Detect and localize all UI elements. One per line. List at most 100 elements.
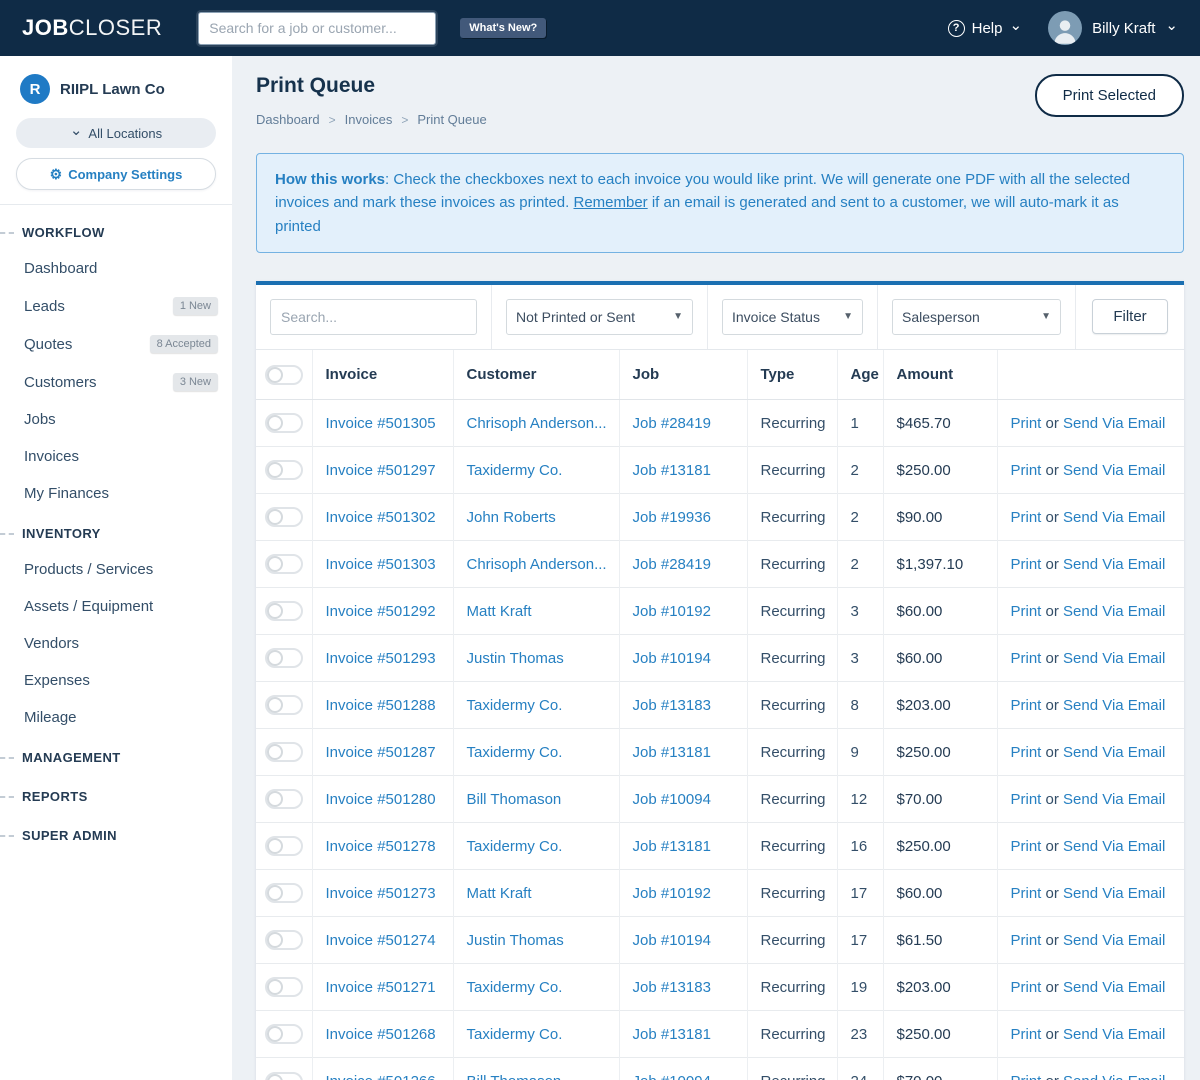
print-link[interactable]: Print: [1011, 744, 1042, 761]
sidebar-item-products-services[interactable]: Products / Services: [0, 551, 232, 588]
invoice-link[interactable]: Invoice #501305: [326, 415, 436, 432]
customer-link[interactable]: Bill Thomason: [467, 1073, 562, 1080]
row-select-toggle[interactable]: [265, 977, 303, 998]
send-email-link[interactable]: Send Via Email: [1063, 1026, 1165, 1043]
sidebar-item-jobs[interactable]: Jobs: [0, 401, 232, 438]
nav-section-header[interactable]: REPORTS: [0, 779, 232, 814]
table-search-input[interactable]: [270, 298, 477, 335]
select-all-toggle[interactable]: [265, 364, 303, 385]
invoice-link[interactable]: Invoice #501278: [326, 838, 436, 855]
whats-new-button[interactable]: What's New?: [460, 18, 547, 38]
company-settings-button[interactable]: ⚙ Company Settings: [16, 158, 216, 190]
print-selected-button[interactable]: Print Selected: [1034, 74, 1184, 117]
print-link[interactable]: Print: [1011, 462, 1042, 479]
company-header[interactable]: R RIIPL Lawn Co: [16, 72, 216, 118]
send-email-link[interactable]: Send Via Email: [1063, 556, 1165, 573]
invoice-link[interactable]: Invoice #501273: [326, 885, 436, 902]
print-link[interactable]: Print: [1011, 650, 1042, 667]
job-link[interactable]: Job #10194: [633, 932, 711, 949]
print-link[interactable]: Print: [1011, 415, 1042, 432]
printed-filter-select[interactable]: Not Printed or Sent ▼: [506, 298, 693, 335]
job-link[interactable]: Job #10192: [633, 603, 711, 620]
customer-link[interactable]: Taxidermy Co.: [467, 1026, 563, 1043]
send-email-link[interactable]: Send Via Email: [1063, 697, 1165, 714]
invoice-link[interactable]: Invoice #501292: [326, 603, 436, 620]
filter-button[interactable]: Filter: [1092, 299, 1168, 335]
row-select-toggle[interactable]: [265, 601, 303, 622]
customer-link[interactable]: Justin Thomas: [467, 932, 564, 949]
send-email-link[interactable]: Send Via Email: [1063, 603, 1165, 620]
nav-section-header[interactable]: WORKFLOW: [0, 215, 232, 250]
customer-link[interactable]: Chrisoph Anderson...: [467, 415, 607, 432]
send-email-link[interactable]: Send Via Email: [1063, 979, 1165, 996]
nav-section-header[interactable]: INVENTORY: [0, 516, 232, 551]
nav-section-header[interactable]: MANAGEMENT: [0, 740, 232, 775]
print-link[interactable]: Print: [1011, 697, 1042, 714]
invoice-link[interactable]: Invoice #501271: [326, 979, 436, 996]
send-email-link[interactable]: Send Via Email: [1063, 462, 1165, 479]
invoice-link[interactable]: Invoice #501268: [326, 1026, 436, 1043]
send-email-link[interactable]: Send Via Email: [1063, 415, 1165, 432]
row-select-toggle[interactable]: [265, 648, 303, 669]
breadcrumb-invoices[interactable]: Invoices: [345, 112, 393, 127]
sidebar-item-leads[interactable]: Leads 1 New: [0, 287, 232, 325]
customer-link[interactable]: Matt Kraft: [467, 885, 532, 902]
sidebar-item-invoices[interactable]: Invoices: [0, 438, 232, 475]
job-link[interactable]: Job #10094: [633, 1073, 711, 1080]
print-link[interactable]: Print: [1011, 979, 1042, 996]
invoice-link[interactable]: Invoice #501266: [326, 1073, 436, 1080]
row-select-toggle[interactable]: [265, 742, 303, 763]
invoice-link[interactable]: Invoice #501303: [326, 556, 436, 573]
global-search-input[interactable]: [198, 11, 437, 45]
row-select-toggle[interactable]: [265, 554, 303, 575]
print-link[interactable]: Print: [1011, 1026, 1042, 1043]
row-select-toggle[interactable]: [265, 413, 303, 434]
send-email-link[interactable]: Send Via Email: [1063, 509, 1165, 526]
app-logo[interactable]: JOBCLOSER: [22, 15, 162, 41]
send-email-link[interactable]: Send Via Email: [1063, 885, 1165, 902]
invoice-link[interactable]: Invoice #501280: [326, 791, 436, 808]
user-menu[interactable]: Billy Kraft ⌄: [1048, 11, 1178, 45]
job-link[interactable]: Job #10192: [633, 885, 711, 902]
row-select-toggle[interactable]: [265, 507, 303, 528]
sidebar-item-assets-equipment[interactable]: Assets / Equipment: [0, 588, 232, 625]
row-select-toggle[interactable]: [265, 695, 303, 716]
customer-link[interactable]: Justin Thomas: [467, 650, 564, 667]
print-link[interactable]: Print: [1011, 838, 1042, 855]
job-link[interactable]: Job #19936: [633, 509, 711, 526]
customer-link[interactable]: Bill Thomason: [467, 791, 562, 808]
send-email-link[interactable]: Send Via Email: [1063, 1073, 1165, 1080]
invoice-link[interactable]: Invoice #501297: [326, 462, 436, 479]
sidebar-item-dashboard[interactable]: Dashboard: [0, 250, 232, 287]
print-link[interactable]: Print: [1011, 791, 1042, 808]
job-link[interactable]: Job #13181: [633, 1026, 711, 1043]
print-link[interactable]: Print: [1011, 885, 1042, 902]
invoice-link[interactable]: Invoice #501287: [326, 744, 436, 761]
customer-link[interactable]: Taxidermy Co.: [467, 697, 563, 714]
invoice-link[interactable]: Invoice #501274: [326, 932, 436, 949]
row-select-toggle[interactable]: [265, 930, 303, 951]
job-link[interactable]: Job #10094: [633, 791, 711, 808]
print-link[interactable]: Print: [1011, 932, 1042, 949]
invoice-link[interactable]: Invoice #501302: [326, 509, 436, 526]
job-link[interactable]: Job #28419: [633, 556, 711, 573]
help-menu[interactable]: ? Help ⌄: [947, 18, 1022, 37]
send-email-link[interactable]: Send Via Email: [1063, 744, 1165, 761]
send-email-link[interactable]: Send Via Email: [1063, 791, 1165, 808]
job-link[interactable]: Job #28419: [633, 415, 711, 432]
location-selector[interactable]: ⌄ All Locations: [16, 118, 216, 148]
job-link[interactable]: Job #13181: [633, 744, 711, 761]
invoice-link[interactable]: Invoice #501293: [326, 650, 436, 667]
invoice-status-select[interactable]: Invoice Status ▼: [722, 298, 863, 335]
customer-link[interactable]: Taxidermy Co.: [467, 838, 563, 855]
job-link[interactable]: Job #13183: [633, 979, 711, 996]
customer-link[interactable]: Chrisoph Anderson...: [467, 556, 607, 573]
job-link[interactable]: Job #10194: [633, 650, 711, 667]
send-email-link[interactable]: Send Via Email: [1063, 650, 1165, 667]
customer-link[interactable]: Matt Kraft: [467, 603, 532, 620]
sidebar-item-vendors[interactable]: Vendors: [0, 625, 232, 662]
row-select-toggle[interactable]: [265, 1024, 303, 1045]
sidebar-item-expenses[interactable]: Expenses: [0, 662, 232, 699]
row-select-toggle[interactable]: [265, 789, 303, 810]
row-select-toggle[interactable]: [265, 836, 303, 857]
